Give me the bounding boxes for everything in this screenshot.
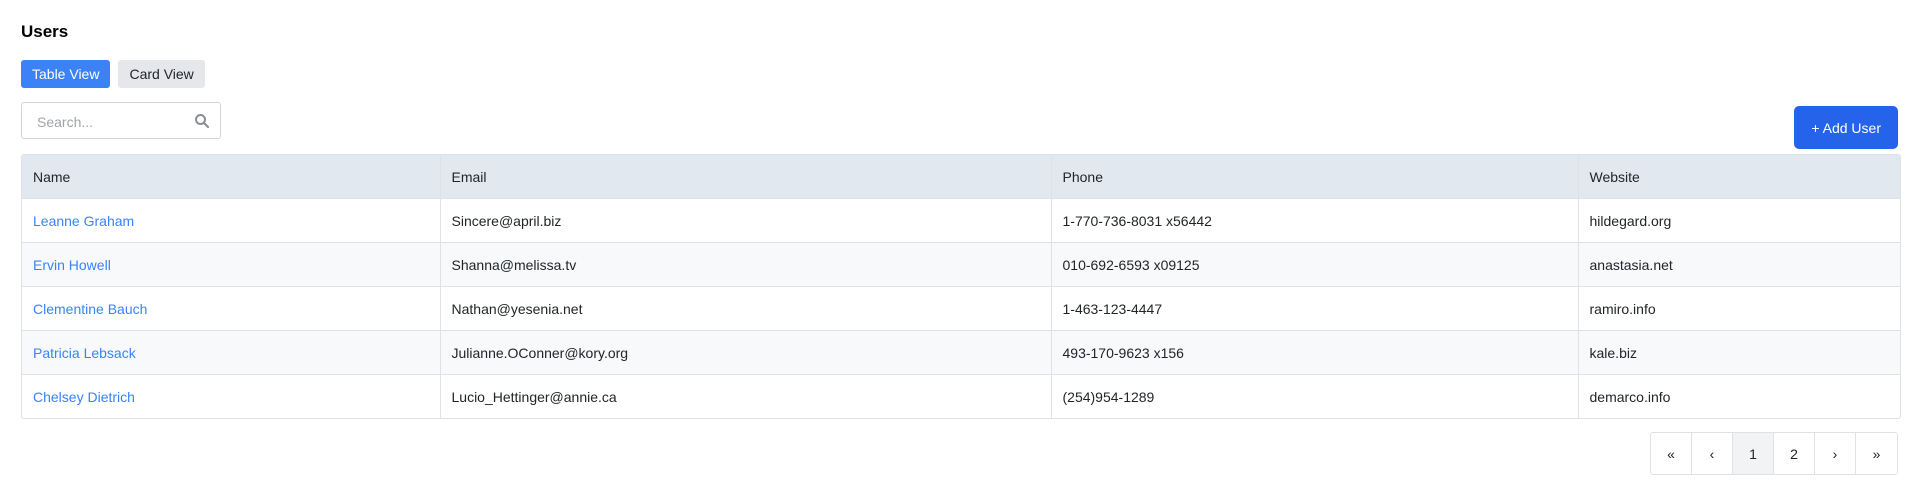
search-box <box>21 102 221 139</box>
cell-email: Lucio_Hettinger@annie.ca <box>440 374 1052 418</box>
cell-name: Ervin Howell <box>22 242 441 287</box>
previous-page-button[interactable]: ‹ <box>1692 433 1733 474</box>
page-title: Users <box>21 22 69 41</box>
cell-name: Chelsey Dietrich <box>22 374 441 418</box>
users-table: Name Email Phone Website Leanne Graham S… <box>21 154 1901 419</box>
column-header-email[interactable]: Email <box>440 155 1052 199</box>
user-name-link[interactable]: Patricia Lebsack <box>33 345 136 361</box>
table-row[interactable]: Clementine Bauch Nathan@yesenia.net 1-46… <box>22 286 1900 331</box>
cell-name: Patricia Lebsack <box>22 330 441 375</box>
cell-email: Julianne.OConner@kory.org <box>440 330 1052 375</box>
table-row[interactable]: Ervin Howell Shanna@melissa.tv 010-692-6… <box>22 242 1900 287</box>
pagination: « ‹ 1 2 › » <box>1650 432 1898 475</box>
table-view-button[interactable]: Table View <box>21 60 111 88</box>
cell-email: Shanna@melissa.tv <box>440 242 1052 287</box>
table-row[interactable]: Patricia Lebsack Julianne.OConner@kory.o… <box>22 330 1900 375</box>
table-row[interactable]: Chelsey Dietrich Lucio_Hettinger@annie.c… <box>22 374 1900 418</box>
cell-name: Leanne Graham <box>22 198 441 243</box>
column-header-name[interactable]: Name <box>22 155 441 199</box>
search-icon[interactable] <box>194 113 210 129</box>
cell-website: demarco.info <box>1578 374 1900 418</box>
cell-email: Nathan@yesenia.net <box>440 286 1052 331</box>
table-row[interactable]: Leanne Graham Sincere@april.biz 1-770-73… <box>22 198 1900 243</box>
cell-phone: (254)954-1289 <box>1051 374 1579 418</box>
user-name-link[interactable]: Chelsey Dietrich <box>33 389 135 405</box>
cell-phone: 1-463-123-4447 <box>1051 286 1579 331</box>
cell-phone: 010-692-6593 x09125 <box>1051 242 1579 287</box>
column-header-website[interactable]: Website <box>1578 155 1900 199</box>
view-toggle: Table View Card View <box>21 60 205 88</box>
card-view-button[interactable]: Card View <box>118 60 205 88</box>
page-2-button[interactable]: 2 <box>1774 433 1815 474</box>
last-page-button[interactable]: » <box>1856 433 1897 474</box>
cell-phone: 493-170-9623 x156 <box>1051 330 1579 375</box>
user-name-link[interactable]: Ervin Howell <box>33 257 111 273</box>
cell-website: anastasia.net <box>1578 242 1900 287</box>
search-input[interactable] <box>35 112 189 132</box>
cell-website: ramiro.info <box>1578 286 1900 331</box>
cell-email: Sincere@april.biz <box>440 198 1052 243</box>
cell-website: kale.biz <box>1578 330 1900 375</box>
cell-website: hildegard.org <box>1578 198 1900 243</box>
first-page-button[interactable]: « <box>1651 433 1692 474</box>
table-header-row: Name Email Phone Website <box>22 155 1900 199</box>
page-1-button[interactable]: 1 <box>1733 433 1774 474</box>
next-page-button[interactable]: › <box>1815 433 1856 474</box>
cell-name: Clementine Bauch <box>22 286 441 331</box>
cell-phone: 1-770-736-8031 x56442 <box>1051 198 1579 243</box>
column-header-phone[interactable]: Phone <box>1051 155 1579 199</box>
user-name-link[interactable]: Clementine Bauch <box>33 301 147 317</box>
add-user-button[interactable]: + Add User <box>1794 106 1898 149</box>
user-name-link[interactable]: Leanne Graham <box>33 213 134 229</box>
